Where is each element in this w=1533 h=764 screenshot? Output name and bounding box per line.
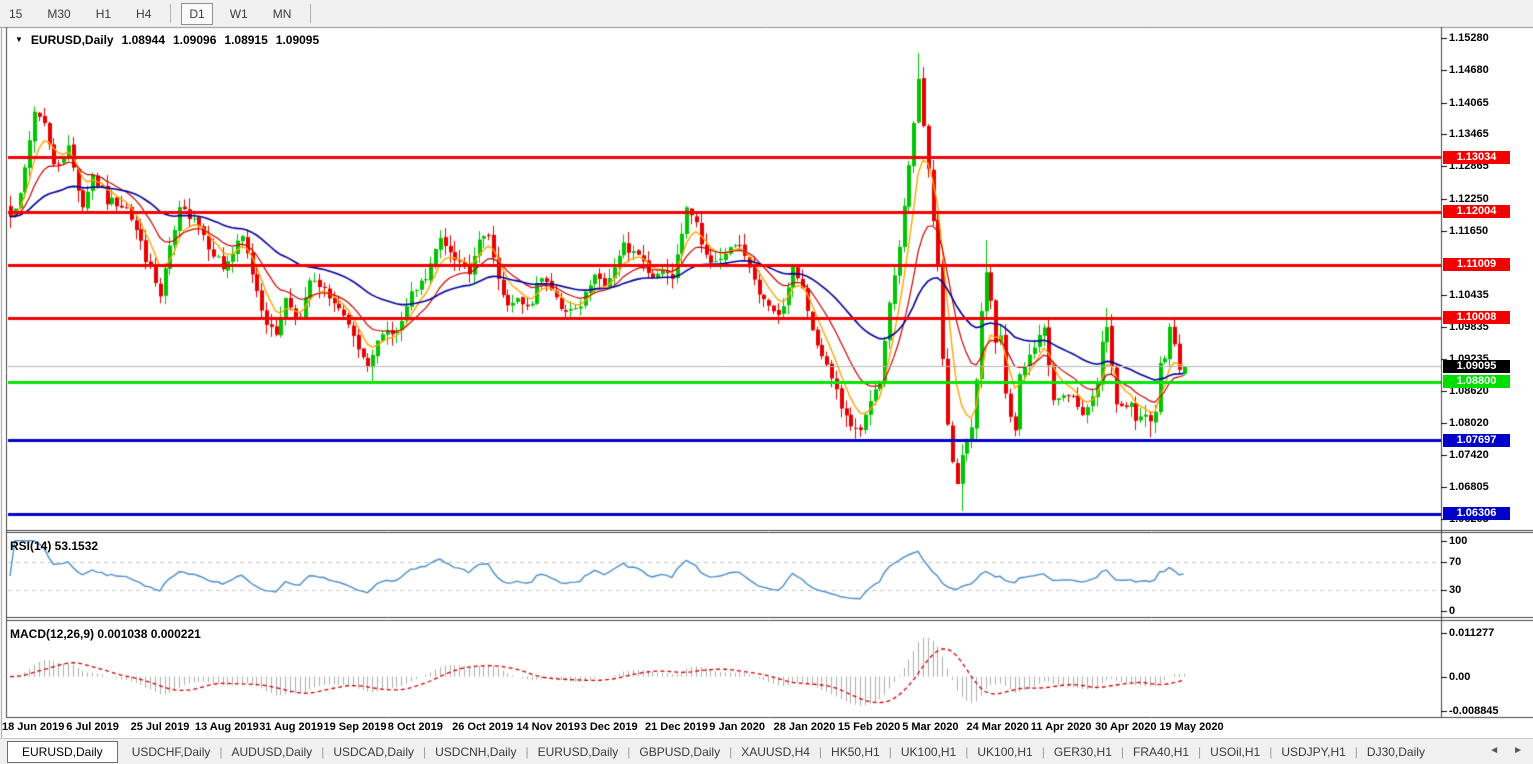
price-tick-label: 1.10435 — [1449, 288, 1489, 301]
price-tick-label: 1.06805 — [1449, 481, 1489, 494]
date-tick-label: 18 Jun 2019 — [2, 721, 65, 733]
date-tick-label: 6 Jul 2019 — [66, 721, 119, 733]
date-tick-label: 30 Apr 2020 — [1095, 721, 1157, 733]
price-tick-label: 1.15280 — [1449, 32, 1489, 45]
rsi-tick-label: 70 — [1449, 555, 1462, 568]
tab-eurusd-daily[interactable]: EURUSD,Daily — [529, 741, 628, 763]
tab-gbpusd-daily[interactable]: GBPUSD,Daily — [630, 741, 729, 763]
price-chart-canvas[interactable] — [0, 0, 1533, 764]
price-line-label: 1.09095 — [1443, 359, 1510, 373]
price-tick-label: 1.13465 — [1449, 128, 1489, 141]
price-tick-label: 1.07420 — [1449, 448, 1489, 461]
tab-eurusd-daily[interactable]: EURUSD,Daily — [7, 740, 118, 763]
symbol-tabbar: EURUSD,Daily USDCHF,Daily | AUDUSD,Daily | US… — [0, 738, 1533, 764]
date-tick-label: 19 Sep 2019 — [323, 721, 387, 733]
macd-tick-label: -0.008845 — [1449, 704, 1499, 717]
tab-audusd-daily[interactable]: AUDUSD,Daily — [223, 741, 322, 763]
date-tick-label: 13 Aug 2019 — [194, 721, 259, 733]
price-tick-label: 1.08020 — [1449, 416, 1489, 429]
price-tick-label: 1.11650 — [1449, 224, 1489, 237]
date-tick-label: 24 Mar 2020 — [966, 721, 1029, 733]
price-line-label: 1.12004 — [1443, 205, 1510, 219]
rsi-tick-label: 100 — [1449, 534, 1468, 547]
price-line-label: 1.08800 — [1443, 375, 1510, 389]
date-tick-label: 11 Apr 2020 — [1030, 721, 1092, 733]
tab-usdchf-daily[interactable]: USDCHF,Daily — [123, 741, 220, 763]
price-line-label: 1.07697 — [1443, 433, 1510, 447]
tab-hk50-h1[interactable]: HK50,H1 — [822, 741, 889, 763]
tab-usdcnh-daily[interactable]: USDCNH,Daily — [426, 741, 525, 763]
date-tick-label: 31 Aug 2019 — [259, 721, 323, 733]
date-tick-label: 3 Dec 2019 — [580, 721, 638, 733]
date-tick-label: 26 Oct 2019 — [452, 721, 514, 733]
price-tick-label: 1.12250 — [1449, 192, 1489, 205]
tab-ger30-h1[interactable]: GER30,H1 — [1045, 741, 1121, 763]
date-tick-label: 21 Dec 2019 — [645, 721, 708, 733]
macd-tick-label: 0.00 — [1449, 670, 1471, 683]
date-tick-label: 25 Jul 2019 — [130, 721, 190, 733]
tab-dj30-daily[interactable]: DJ30,Daily — [1358, 741, 1434, 763]
rsi-tick-label: 0 — [1449, 605, 1456, 618]
price-line-label: 1.10008 — [1443, 311, 1510, 325]
date-tick-label: 5 Mar 2020 — [902, 721, 959, 733]
date-tick-label: 9 Jan 2020 — [709, 721, 765, 733]
tab-usdcad-daily[interactable]: USDCAD,Daily — [324, 741, 423, 763]
date-tick-label: 19 May 2020 — [1159, 721, 1224, 733]
date-tick-label: 8 Oct 2019 — [387, 721, 443, 733]
price-tick-label: 1.14680 — [1449, 63, 1489, 76]
tab-uk100-h1[interactable]: UK100,H1 — [892, 741, 965, 763]
date-tick-label: 15 Feb 2020 — [837, 721, 901, 733]
tab-usoil-h1[interactable]: USOil,H1 — [1201, 741, 1269, 763]
price-line-label: 1.11009 — [1443, 258, 1510, 272]
tab-xauusd-h4[interactable]: XAUUSD,H4 — [732, 741, 819, 763]
tab-usdjpy-h1[interactable]: USDJPY,H1 — [1272, 741, 1354, 763]
price-line-label: 1.13034 — [1443, 150, 1510, 164]
date-tick-label: 14 Nov 2019 — [516, 721, 580, 733]
date-tick-label: 28 Jan 2020 — [773, 721, 836, 733]
tab-fra40-h1[interactable]: FRA40,H1 — [1124, 741, 1198, 763]
tab-uk100-h1[interactable]: UK100,H1 — [968, 741, 1041, 763]
tab-scroll-right-icon[interactable]: ► — [1513, 745, 1523, 757]
price-line-label: 1.06306 — [1443, 507, 1510, 521]
tab-scroll-arrows: ◄ ► — [1489, 745, 1523, 757]
tab-scroll-left-icon[interactable]: ◄ — [1489, 745, 1499, 757]
price-tick-label: 1.14065 — [1449, 96, 1489, 109]
rsi-tick-label: 30 — [1449, 584, 1462, 597]
macd-tick-label: 0.011277 — [1449, 627, 1495, 640]
